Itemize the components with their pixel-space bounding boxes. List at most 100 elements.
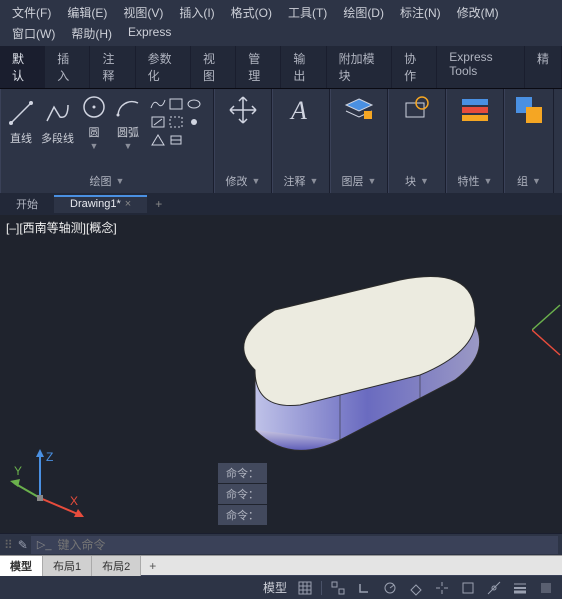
drag-handle-icon[interactable]: ⠿ xyxy=(4,538,11,552)
file-tab-drawing1[interactable]: Drawing1*× xyxy=(54,195,147,213)
status-grid-icon[interactable] xyxy=(293,578,317,598)
status-otrack-icon[interactable] xyxy=(482,578,506,598)
menu-tools[interactable]: 工具(T) xyxy=(280,2,335,23)
ribbon-tab-manage[interactable]: 管理 xyxy=(236,46,281,88)
svg-text:A: A xyxy=(289,96,307,125)
status-transparency-icon[interactable] xyxy=(534,578,558,598)
menu-dimension[interactable]: 标注(N) xyxy=(392,2,449,23)
status-polar-icon[interactable] xyxy=(378,578,402,598)
prompt-icon: ▷_ xyxy=(37,538,52,551)
menubar: 文件(F) 编辑(E) 视图(V) 插入(I) 格式(O) 工具(T) 绘图(D… xyxy=(0,0,562,46)
layers-icon xyxy=(342,93,376,127)
panel-layers-title[interactable]: 图层▼ xyxy=(335,171,383,191)
add-file-tab[interactable]: + xyxy=(147,194,170,214)
status-linew-icon[interactable] xyxy=(508,578,532,598)
block-icon xyxy=(400,93,434,127)
tool-point[interactable] xyxy=(186,115,202,129)
ribbon-tab-parametric[interactable]: 参数化 xyxy=(136,46,191,88)
command-input-box[interactable]: ▷_ xyxy=(31,536,558,554)
3d-solid-obround xyxy=(220,275,510,465)
ribbon-tab-addon[interactable]: 附加模块 xyxy=(327,46,392,88)
panel-properties-title[interactable]: 特性▼ xyxy=(451,171,499,191)
menu-view[interactable]: 视图(V) xyxy=(115,2,171,23)
file-tab-start[interactable]: 开始 xyxy=(0,193,54,215)
tool-rectangle[interactable] xyxy=(168,97,184,111)
panel-layers: 图层▼ xyxy=(330,89,388,193)
menu-modify[interactable]: 修改(M) xyxy=(449,2,507,23)
panel-annotate: A 注释▼ xyxy=(272,89,330,193)
tool-properties[interactable] xyxy=(451,91,499,129)
tool-text[interactable]: A xyxy=(277,91,325,129)
add-layout-tab[interactable]: + xyxy=(141,557,164,575)
status-osnap-icon[interactable] xyxy=(430,578,454,598)
menu-draw[interactable]: 绘图(D) xyxy=(335,2,392,23)
chevron-down-icon: ▼ xyxy=(368,176,377,186)
layout-tab-layout1[interactable]: 布局1 xyxy=(43,556,92,576)
panel-block-title[interactable]: 块▼ xyxy=(393,171,441,191)
command-line: ⠿ ✎ ▷_ xyxy=(0,533,562,555)
tool-arc[interactable]: 圆弧 ▼ xyxy=(112,91,144,153)
menu-express[interactable]: Express xyxy=(120,23,179,44)
viewport[interactable]: [–][西南等轴测][概念] xyxy=(0,215,562,533)
layout-tab-layout2[interactable]: 布局2 xyxy=(92,556,141,576)
close-icon[interactable]: × xyxy=(125,198,131,210)
viewport-label[interactable]: [–][西南等轴测][概念] xyxy=(6,219,117,236)
tool-line[interactable]: 直线 xyxy=(5,97,37,148)
panel-properties: 特性▼ xyxy=(446,89,504,193)
menu-file[interactable]: 文件(F) xyxy=(4,2,59,23)
tool-block[interactable] xyxy=(393,91,441,129)
ribbon-tab-express[interactable]: Express Tools xyxy=(437,46,525,88)
ribbon-tab-collab[interactable]: 协作 xyxy=(392,46,437,88)
circle-icon xyxy=(80,93,108,121)
tool-layers[interactable] xyxy=(335,91,383,129)
polyline-icon xyxy=(44,99,72,127)
tool-polyline[interactable]: 多段线 xyxy=(39,97,76,148)
tool-spline[interactable] xyxy=(150,97,166,111)
panel-group: 组▼ xyxy=(504,89,554,193)
ribbon-tab-annotate[interactable]: 注释 xyxy=(90,46,135,88)
ribbon-tab-precision[interactable]: 精 xyxy=(525,46,562,88)
menu-edit[interactable]: 编辑(E) xyxy=(59,2,115,23)
menu-window[interactable]: 窗口(W) xyxy=(4,23,63,44)
panel-modify: 修改▼ xyxy=(214,89,272,193)
axis-x-label: X xyxy=(70,494,78,508)
status-increment-icon[interactable] xyxy=(326,578,350,598)
menu-format[interactable]: 格式(O) xyxy=(223,2,280,23)
tool-line-label: 直线 xyxy=(10,130,32,146)
tool-boundary[interactable] xyxy=(150,133,166,147)
group-icon xyxy=(512,93,546,127)
tool-move[interactable] xyxy=(219,91,267,129)
panel-draw: 直线 多段线 圆 ▼ 圆弧 ▼ xyxy=(0,89,214,193)
menu-insert[interactable]: 插入(I) xyxy=(171,2,222,23)
tool-hatch[interactable] xyxy=(150,115,166,129)
status-3dosnap-icon[interactable] xyxy=(456,578,480,598)
tool-ellipse[interactable] xyxy=(186,97,202,111)
status-ortho-icon[interactable] xyxy=(352,578,376,598)
layout-tab-model[interactable]: 模型 xyxy=(0,556,43,576)
status-isodraft-icon[interactable] xyxy=(404,578,428,598)
panel-group-title[interactable]: 组▼ xyxy=(509,171,549,191)
tool-circle[interactable]: 圆 ▼ xyxy=(78,91,110,153)
command-history-line: 命令： xyxy=(218,463,267,483)
panel-draw-title[interactable]: 绘图▼ xyxy=(5,171,209,191)
ribbon-tab-output[interactable]: 输出 xyxy=(281,46,326,88)
customize-icon[interactable]: ✎ xyxy=(18,538,28,552)
ribbon-tab-default[interactable]: 默认 xyxy=(0,46,45,88)
panel-block: 块▼ xyxy=(388,89,446,193)
axis-gizmo: Z X Y xyxy=(10,443,90,523)
tool-circle-label: 圆 xyxy=(89,124,100,140)
layout-tabbar: 模型 布局1 布局2 + xyxy=(0,555,562,575)
panel-modify-title[interactable]: 修改▼ xyxy=(219,171,267,191)
command-input[interactable] xyxy=(57,538,552,552)
panel-annotate-title[interactable]: 注释▼ xyxy=(277,171,325,191)
status-model[interactable]: 模型 xyxy=(259,577,291,598)
chevron-down-icon: ▼ xyxy=(124,141,133,151)
ribbon-tab-insert[interactable]: 插入 xyxy=(45,46,90,88)
tool-region[interactable] xyxy=(168,115,184,129)
tool-donut[interactable] xyxy=(168,133,184,147)
ribbon-tab-view[interactable]: 视图 xyxy=(191,46,236,88)
chevron-down-icon: ▼ xyxy=(116,176,125,186)
tool-group[interactable] xyxy=(509,91,549,129)
compass-hint xyxy=(532,295,562,365)
menu-help[interactable]: 帮助(H) xyxy=(63,23,120,44)
